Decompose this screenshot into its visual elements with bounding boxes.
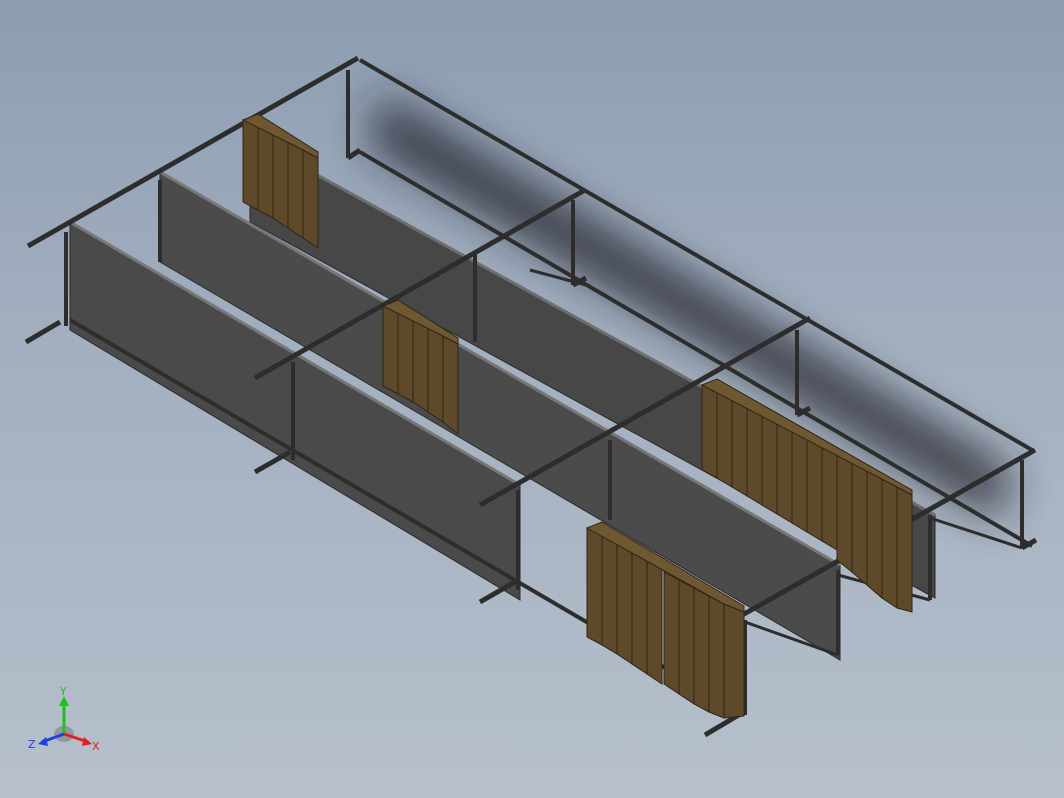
y-axis-label: Y — [59, 685, 67, 698]
z-axis-label: Z — [28, 738, 36, 751]
model-scene[interactable] — [0, 0, 1064, 798]
orientation-triad[interactable]: Y X Z — [26, 684, 106, 754]
3d-model-viewport[interactable]: Y X Z — [0, 0, 1064, 798]
x-axis-label: X — [92, 740, 100, 753]
